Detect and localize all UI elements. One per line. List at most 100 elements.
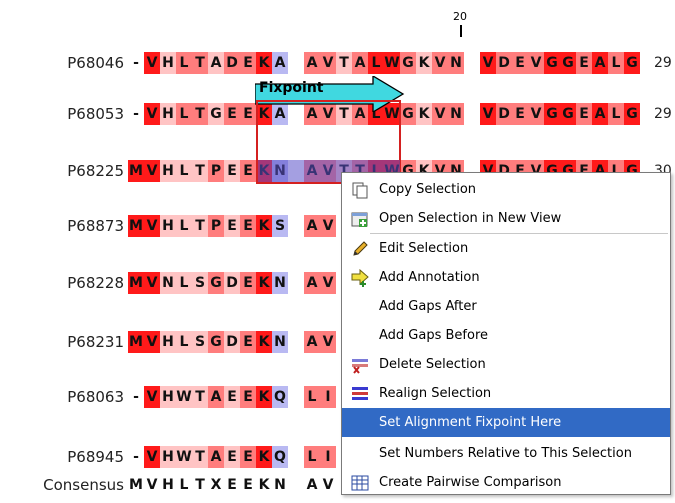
residue[interactable]: N: [160, 272, 176, 294]
residue[interactable]: -: [128, 446, 144, 468]
residue[interactable]: Q: [272, 386, 288, 408]
residue[interactable]: E: [224, 103, 240, 125]
sequence-name[interactable]: P68046: [0, 52, 124, 74]
residue[interactable]: G: [208, 331, 224, 353]
residue[interactable]: G: [400, 52, 416, 74]
residue[interactable]: W: [384, 52, 400, 74]
residue[interactable]: Q: [272, 446, 288, 468]
residue[interactable]: K: [256, 52, 272, 74]
residue[interactable]: E: [224, 446, 240, 468]
residue[interactable]: V: [320, 331, 336, 353]
residue[interactable]: A: [272, 52, 288, 74]
residue[interactable]: L: [304, 386, 320, 408]
residue[interactable]: S: [192, 331, 208, 353]
sequence-name[interactable]: P68225: [0, 160, 124, 182]
residue[interactable]: E: [240, 160, 256, 182]
sequence-name[interactable]: P68228: [0, 272, 124, 294]
residue[interactable]: G: [560, 52, 576, 74]
sequence-name[interactable]: P68873: [0, 215, 124, 237]
residue[interactable]: V: [432, 52, 448, 74]
residue[interactable]: L: [176, 52, 192, 74]
residue[interactable]: L: [176, 215, 192, 237]
residue[interactable]: L: [176, 331, 192, 353]
residue[interactable]: -: [128, 52, 144, 74]
menu-item-edit-selection[interactable]: Edit Selection: [342, 234, 670, 263]
residue[interactable]: T: [192, 446, 208, 468]
menu-item-set-numbers-relative-to-this-selection[interactable]: Set Numbers Relative to This Selection: [342, 439, 670, 468]
residue[interactable]: I: [320, 386, 336, 408]
residue[interactable]: V: [320, 272, 336, 294]
residue[interactable]: K: [256, 386, 272, 408]
residue[interactable]: K: [416, 52, 432, 74]
menu-item-delete-selection[interactable]: Delete Selection: [342, 350, 670, 379]
residue[interactable]: E: [240, 386, 256, 408]
residue[interactable]: T: [192, 160, 208, 182]
residue[interactable]: W: [176, 446, 192, 468]
residue[interactable]: S: [272, 215, 288, 237]
residue[interactable]: L: [176, 272, 192, 294]
residue[interactable]: E: [576, 103, 592, 125]
menu-item-copy-selection[interactable]: Copy Selection: [342, 175, 670, 204]
residue[interactable]: V: [144, 160, 160, 182]
residue[interactable]: T: [192, 386, 208, 408]
residue[interactable]: L: [176, 160, 192, 182]
residue[interactable]: A: [304, 331, 320, 353]
menu-item-add-annotation[interactable]: Add Annotation: [342, 263, 670, 292]
residue[interactable]: P: [208, 160, 224, 182]
residue[interactable]: L: [608, 103, 624, 125]
residue[interactable]: K: [256, 215, 272, 237]
sequence-name[interactable]: P68053: [0, 103, 124, 125]
residue[interactable]: W: [176, 386, 192, 408]
menu-item-open-selection-in-new-view[interactable]: Open Selection in New View: [342, 204, 670, 233]
residue[interactable]: H: [160, 446, 176, 468]
residue[interactable]: V: [432, 103, 448, 125]
residue[interactable]: A: [592, 103, 608, 125]
menu-item-add-gaps-after[interactable]: Add Gaps After: [342, 292, 670, 321]
menu-item-realign-selection[interactable]: Realign Selection: [342, 379, 670, 408]
residue[interactable]: N: [272, 272, 288, 294]
residue[interactable]: K: [256, 331, 272, 353]
residue[interactable]: L: [368, 52, 384, 74]
residue[interactable]: L: [304, 446, 320, 468]
residue[interactable]: V: [480, 103, 496, 125]
residue[interactable]: D: [224, 331, 240, 353]
residue[interactable]: E: [224, 215, 240, 237]
residue[interactable]: V: [144, 386, 160, 408]
residue[interactable]: E: [240, 215, 256, 237]
residue[interactable]: -: [128, 386, 144, 408]
residue[interactable]: V: [320, 215, 336, 237]
residue[interactable]: H: [160, 103, 176, 125]
residue[interactable]: G: [544, 103, 560, 125]
residue[interactable]: A: [208, 386, 224, 408]
residue[interactable]: L: [176, 103, 192, 125]
residue[interactable]: M: [128, 215, 144, 237]
residue[interactable]: A: [304, 52, 320, 74]
residue[interactable]: P: [208, 215, 224, 237]
residue[interactable]: K: [416, 103, 432, 125]
residue[interactable]: G: [208, 103, 224, 125]
residue[interactable]: T: [192, 52, 208, 74]
residue[interactable]: N: [448, 52, 464, 74]
residue[interactable]: V: [528, 52, 544, 74]
residue[interactable]: V: [144, 52, 160, 74]
residue[interactable]: E: [240, 272, 256, 294]
residue[interactable]: E: [224, 386, 240, 408]
residue[interactable]: K: [256, 272, 272, 294]
residue[interactable]: K: [256, 446, 272, 468]
residue[interactable]: N: [448, 103, 464, 125]
residue[interactable]: V: [480, 52, 496, 74]
residue[interactable]: G: [208, 272, 224, 294]
residue[interactable]: H: [160, 52, 176, 74]
residue[interactable]: A: [208, 52, 224, 74]
sequence-name[interactable]: P68231: [0, 331, 124, 353]
residue[interactable]: E: [240, 331, 256, 353]
residue[interactable]: E: [512, 103, 528, 125]
residue[interactable]: M: [128, 272, 144, 294]
residue[interactable]: V: [144, 331, 160, 353]
residue[interactable]: V: [144, 103, 160, 125]
residue[interactable]: T: [192, 215, 208, 237]
residue[interactable]: M: [128, 160, 144, 182]
menu-item-set-alignment-fixpoint-here[interactable]: Set Alignment Fixpoint Here: [342, 408, 670, 437]
residue[interactable]: -: [128, 103, 144, 125]
residue[interactable]: E: [512, 52, 528, 74]
